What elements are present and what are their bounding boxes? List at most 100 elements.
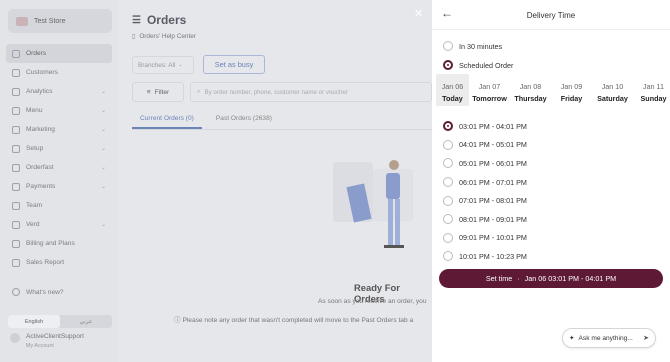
sidebar-item-label: Orderfast — [26, 164, 54, 171]
date-option[interactable]: Jan 06 Today — [436, 74, 469, 106]
sidebar-item-icon — [12, 201, 20, 210]
sidebar: Test Store Orders Customers Analytics ⌄ Menu… — [0, 0, 118, 362]
sidebar-nav: Orders Customers Analytics ⌄ Menu ⌄ Marketing ⌄… — [6, 44, 112, 272]
close-icon[interactable]: ✕ — [414, 7, 423, 20]
sidebar-item-orderfast[interactable]: Orderfast ⌄ — [6, 158, 112, 177]
date-option[interactable]: Jan 09 Friday — [551, 74, 592, 106]
bell-icon — [12, 288, 20, 296]
sidebar-item-icon — [12, 68, 20, 77]
ready-illustration — [333, 160, 413, 248]
set-busy-button[interactable]: Set as busy — [203, 55, 265, 74]
date-option-day: Thursday — [514, 94, 547, 103]
time-slot[interactable]: 03:01 PM - 04:01 PM — [443, 117, 527, 136]
radio-in-30-minutes[interactable] — [443, 41, 453, 51]
date-option-date: Jan 07 — [478, 82, 501, 91]
user-account[interactable]: ActiveClientSupport My Account — [10, 333, 84, 349]
delivery-time-panel: ← Delivery Time In 30 minutes Scheduled … — [432, 0, 670, 362]
panel-title: Delivery Time — [526, 11, 576, 20]
date-option[interactable]: Jan 07 Tomorrow — [469, 74, 510, 106]
date-option[interactable]: Jan 11 Sunday — [633, 74, 670, 106]
whats-new-link[interactable]: What's new? — [12, 288, 64, 296]
option-scheduled-order[interactable]: Scheduled Order — [443, 60, 513, 70]
filter-button[interactable]: ≡ Filter — [132, 82, 184, 102]
time-slot-radio[interactable] — [443, 139, 453, 150]
time-slot[interactable]: 10:01 PM - 10:23 PM — [443, 247, 527, 266]
time-slot-radio[interactable] — [443, 214, 453, 225]
filter-icon: ≡ — [146, 88, 151, 96]
past-orders-note: ⓘ Please note any order that wasn't comp… — [174, 314, 413, 324]
sidebar-item-icon — [12, 144, 20, 153]
sidebar-item-icon — [12, 106, 20, 115]
sidebar-item-analytics[interactable]: Analytics ⌄ — [6, 82, 112, 101]
lang-arabic[interactable]: عربي — [60, 315, 112, 328]
sidebar-item-verd[interactable]: Verd ⌄ — [6, 215, 112, 234]
sidebar-item-marketing[interactable]: Marketing ⌄ — [6, 120, 112, 139]
sidebar-item-billing-and-plans[interactable]: Billing and Plans — [6, 234, 112, 253]
date-option-day: Friday — [560, 94, 583, 103]
store-switcher[interactable]: Test Store — [8, 9, 112, 33]
tab-past-orders[interactable]: Past Orders (2638) — [208, 112, 280, 129]
sidebar-item-icon — [12, 163, 20, 172]
store-logo-icon — [16, 16, 28, 26]
chevron-down-icon: ⌄ — [100, 89, 106, 95]
time-slot-radio[interactable] — [443, 177, 453, 188]
time-slot[interactable]: 06:01 PM - 07:01 PM — [443, 173, 527, 192]
time-slot-radio[interactable] — [443, 251, 453, 262]
sidebar-item-customers[interactable]: Customers — [6, 63, 112, 82]
time-slot-label: 08:01 PM - 09:01 PM — [459, 214, 527, 224]
page-title: ☰ Orders — [132, 13, 186, 27]
date-option[interactable]: Jan 10 Saturday — [592, 74, 633, 106]
time-slot-radio[interactable] — [443, 195, 453, 206]
time-slot-label: 04:01 PM - 05:01 PM — [459, 140, 527, 150]
sidebar-item-icon — [12, 220, 20, 229]
time-slot-radio[interactable] — [443, 158, 453, 169]
time-slot[interactable]: 05:01 PM - 06:01 PM — [443, 154, 527, 173]
time-slot-label: 09:01 PM - 10:01 PM — [459, 233, 527, 243]
time-slot[interactable]: 08:01 PM - 09:01 PM — [443, 210, 527, 229]
my-account-link[interactable]: My Account — [26, 343, 84, 349]
store-name: Test Store — [34, 17, 66, 25]
sidebar-item-menu[interactable]: Menu ⌄ — [6, 101, 112, 120]
search-input[interactable]: ⌕ By order number, phone, customer name … — [190, 82, 432, 102]
ask-assistant-input[interactable]: ✦ Ask me anything... ➤ — [562, 328, 656, 348]
time-slot[interactable]: 04:01 PM - 05:01 PM — [443, 136, 527, 155]
menu-icon[interactable]: ☰ — [132, 15, 141, 26]
chevron-down-icon: ⌄ — [100, 127, 106, 133]
orders-tabs: Current Orders (0) Past Orders (2638) — [132, 112, 432, 130]
set-time-button[interactable]: Set time · Jan 06 03:01 PM - 04:01 PM — [439, 269, 663, 288]
radio-scheduled-order[interactable] — [443, 60, 453, 70]
sidebar-item-orders[interactable]: Orders — [6, 44, 112, 63]
time-slot[interactable]: 07:01 PM - 08:01 PM — [443, 191, 527, 210]
date-option-date: Jan 09 — [560, 82, 583, 91]
time-slot-list: 03:01 PM - 04:01 PM 04:01 PM - 05:01 PM 05… — [443, 117, 527, 266]
set-time-label: Set time — [485, 274, 513, 283]
branches-select[interactable]: Branches: All ⌄ — [132, 56, 194, 74]
sidebar-item-setup[interactable]: Setup ⌄ — [6, 139, 112, 158]
time-slot-label: 06:01 PM - 07:01 PM — [459, 177, 527, 187]
help-center-link[interactable]: ▯ Orders' Help Center — [132, 33, 196, 40]
search-icon: ⌕ — [197, 88, 201, 95]
date-option-date: Jan 11 — [642, 82, 665, 91]
lang-english[interactable]: English — [8, 315, 60, 328]
sidebar-item-sales-report[interactable]: Sales Report — [6, 253, 112, 272]
sidebar-item-icon — [12, 239, 20, 248]
search-placeholder: By order number, phone, customer name or… — [204, 88, 348, 96]
send-icon[interactable]: ➤ — [643, 334, 649, 342]
sidebar-item-label: Orders — [26, 50, 47, 57]
sidebar-item-payments[interactable]: Payments ⌄ — [6, 177, 112, 196]
help-center-label: Orders' Help Center — [139, 33, 196, 40]
chevron-down-icon: ⌄ — [100, 108, 106, 114]
orders-main: ☰ Orders ▯ Orders' Help Center ✕ Branche… — [118, 0, 432, 362]
time-slot-radio[interactable] — [443, 232, 453, 243]
time-slot-radio[interactable] — [443, 121, 453, 132]
sidebar-item-icon — [12, 49, 20, 58]
time-slot[interactable]: 09:01 PM - 10:01 PM — [443, 229, 527, 248]
sidebar-item-label: Team — [26, 202, 43, 209]
date-option[interactable]: Jan 08 Thursday — [510, 74, 551, 106]
sidebar-item-icon — [12, 125, 20, 134]
date-option-day: Today — [442, 94, 463, 103]
date-option-day: Saturday — [597, 94, 628, 103]
sidebar-item-team[interactable]: Team — [6, 196, 112, 215]
option-in-30-minutes[interactable]: In 30 minutes — [443, 41, 502, 51]
tab-current-orders[interactable]: Current Orders (0) — [132, 112, 202, 129]
